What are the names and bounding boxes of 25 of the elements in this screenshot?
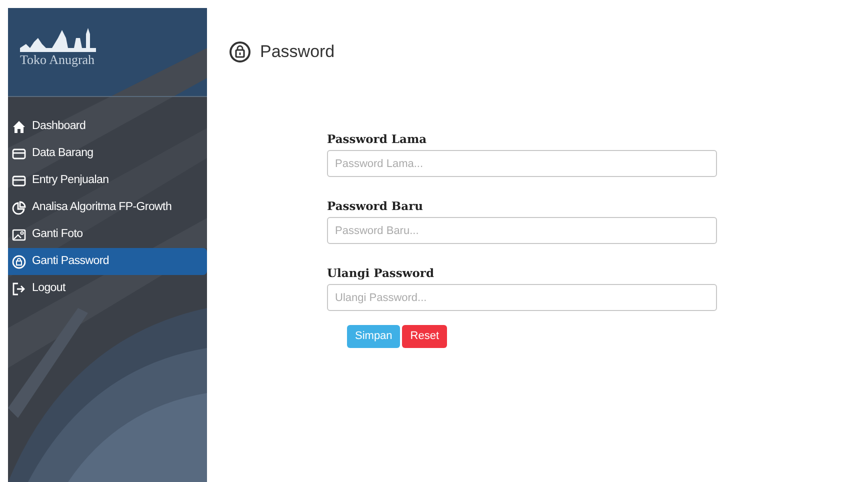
card-icon xyxy=(12,146,26,160)
menu-item[interactable]: Ganti Password xyxy=(8,248,207,275)
menu-item[interactable]: Analisa Algoritma FP-Growth xyxy=(8,194,207,221)
input-field[interactable]: Password Lama... xyxy=(327,150,717,177)
lock-icon xyxy=(229,41,251,63)
logo-skyline-icon xyxy=(20,26,96,52)
page-title: Password xyxy=(260,41,335,64)
menu-item[interactable]: Entry Penjualan xyxy=(8,167,207,194)
field-label: Password Lama xyxy=(327,131,428,147)
reset-button[interactable]: Reset xyxy=(402,325,448,348)
input-field[interactable]: Password Baru... xyxy=(327,217,717,244)
menu-item[interactable]: Data Barang xyxy=(8,140,207,167)
logout-icon xyxy=(12,282,26,296)
brand-name: Toko Anugrah xyxy=(20,52,96,68)
input-field[interactable]: Ulangi Password... xyxy=(327,284,717,311)
card-icon xyxy=(12,174,26,188)
field-label: Ulangi Password xyxy=(327,265,436,281)
home-icon xyxy=(12,120,26,134)
menu-item[interactable]: Ganti Foto xyxy=(8,221,207,248)
field-label: Password Baru xyxy=(327,198,424,214)
menu-item[interactable]: Logout xyxy=(8,275,207,302)
pie-chart-icon xyxy=(12,200,26,214)
image-icon xyxy=(12,228,26,242)
menu-item[interactable]: Dashboard xyxy=(8,113,207,140)
lock-icon xyxy=(12,254,26,268)
